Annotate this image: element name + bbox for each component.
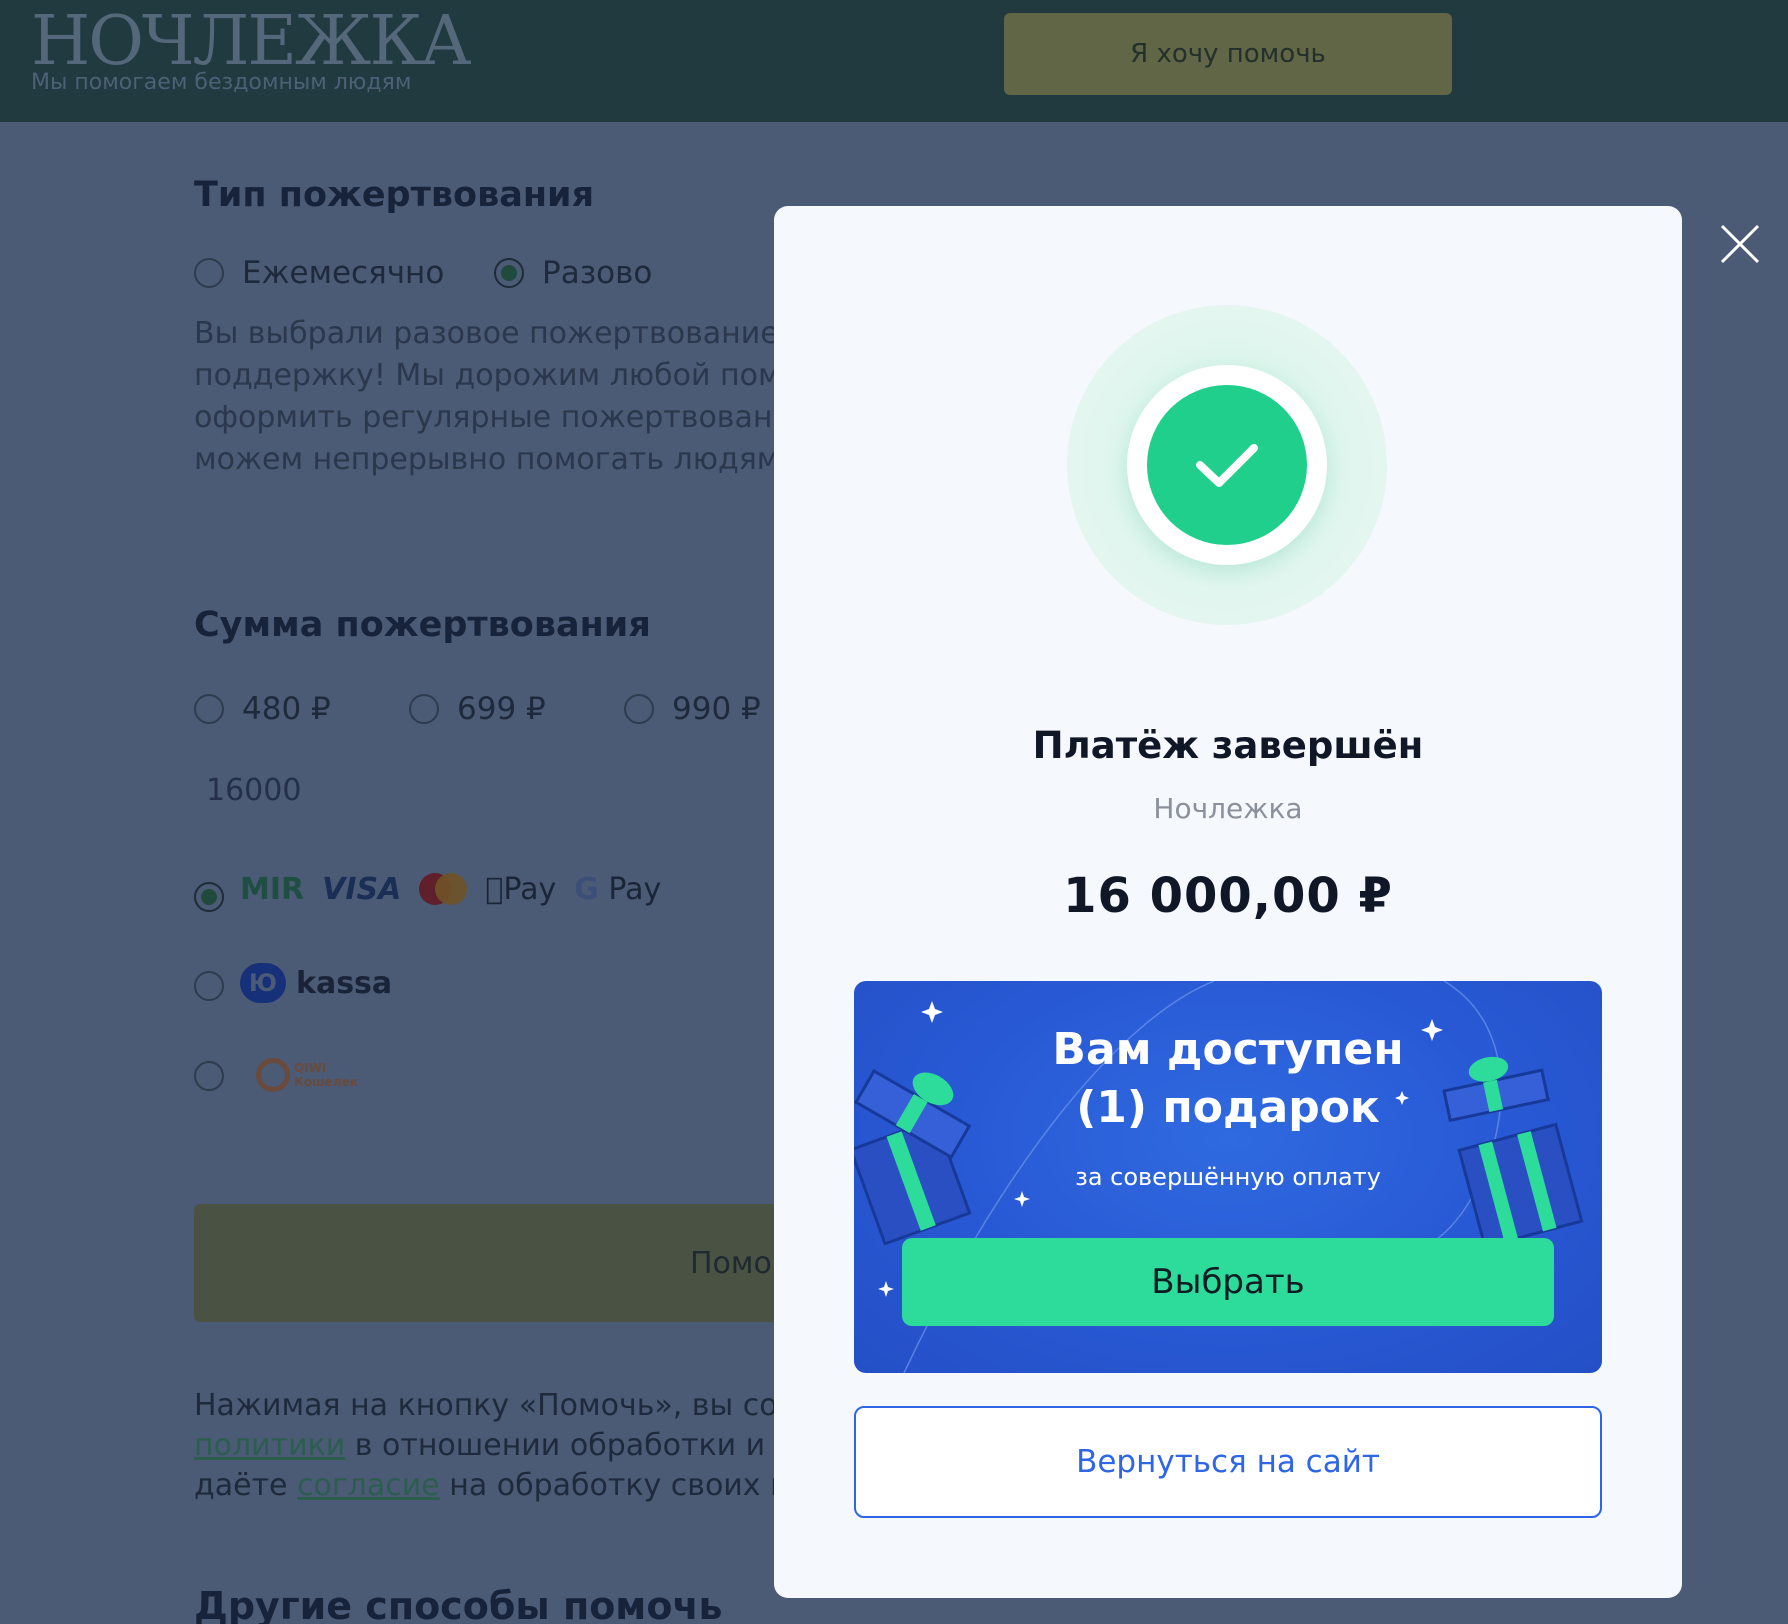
qiwi-icon: [256, 1058, 290, 1092]
description-line: Вы выбрали разовое пожертвование: [194, 316, 779, 351]
amount-label: 480 ₽: [242, 691, 331, 727]
consent-text: Нажимая на кнопку «Помочь», вы сог полит…: [194, 1386, 794, 1506]
amount-option-990[interactable]: 990 ₽: [624, 691, 761, 727]
other-ways-title: Другие способы помочь: [194, 1584, 723, 1624]
donation-type-title: Тип пожертвования: [194, 175, 595, 215]
donation-amount-title: Сумма пожертвования: [194, 605, 651, 645]
kassa-label: kassa: [296, 965, 393, 1001]
radio-once-label: Разово: [542, 255, 653, 291]
qiwi-logo[interactable]: QIWI Кошелек: [256, 1058, 358, 1092]
payment-amount: 16 000,00 ₽: [1063, 868, 1393, 924]
kassa-mark-icon: Ю: [240, 963, 286, 1003]
kassa-logo[interactable]: Ю kassa: [240, 963, 392, 1003]
payment-success-modal: Платёж завершён Ночлежка 16 000,00 ₽ Вам…: [774, 206, 1682, 1598]
gift-title: Вам доступен (1) подарок: [854, 1021, 1602, 1137]
consent-line-text: даёте: [194, 1468, 298, 1503]
consent-line-text: в отношении обработки и: [345, 1428, 766, 1463]
consent-line: даёте согласие на обработку своих п: [194, 1466, 794, 1506]
qiwi-label: QIWI Кошелек: [294, 1061, 358, 1089]
card-payment-logos[interactable]: MIR VISA Pay G Pay: [240, 872, 661, 907]
payment-status-title: Платёж завершён: [1032, 724, 1424, 767]
mir-logo: MIR: [240, 872, 305, 907]
gift-title-line: (1) подарок: [1076, 1082, 1380, 1133]
payment-qiwi-radio[interactable]: [194, 1061, 224, 1091]
donation-type-description: Вы выбрали разовое пожертвование поддерж…: [194, 313, 794, 481]
google-pay-logo: G Pay: [574, 872, 661, 907]
radio-monthly[interactable]: Ежемесячно: [194, 255, 444, 291]
mastercard-logo: [419, 872, 468, 907]
consent-line: политики в отношении обработки и: [194, 1426, 794, 1466]
check-icon: [1196, 444, 1258, 487]
amount-label: 699 ₽: [457, 691, 546, 727]
consent-line: Нажимая на кнопку «Помочь», вы сог: [194, 1388, 794, 1423]
amount-radio[interactable]: [194, 694, 224, 724]
radio-once[interactable]: Разово: [494, 255, 652, 291]
choose-gift-button[interactable]: Выбрать: [902, 1238, 1554, 1326]
qiwi-brand: QIWI: [294, 1061, 327, 1075]
site-tagline: Мы помогаем бездомным людям: [31, 70, 412, 95]
amount-option-699[interactable]: 699 ₽: [409, 691, 546, 727]
gift-title-line: Вам доступен: [1052, 1024, 1404, 1075]
return-to-site-button[interactable]: Вернуться на сайт: [854, 1406, 1602, 1518]
radio-monthly-label: Ежемесячно: [242, 255, 445, 291]
want-to-help-button[interactable]: Я хочу помочь: [1004, 13, 1452, 95]
visa-logo: VISA: [322, 872, 402, 907]
description-line: поддержку! Мы дорожим любой помо: [194, 358, 794, 393]
payment-card-radio[interactable]: [194, 882, 224, 912]
amount-radio[interactable]: [409, 694, 439, 724]
payment-kassa-radio[interactable]: [194, 971, 224, 1001]
radio-once-circle[interactable]: [494, 258, 524, 288]
description-line: оформить регулярные пожертвовани: [194, 400, 792, 435]
consent-line-text: на обработку своих п: [439, 1468, 790, 1503]
merchant-name: Ночлежка: [1153, 792, 1303, 825]
site-header: НОЧЛЕЖКА Мы помогаем бездомным людям Я х…: [0, 0, 1788, 122]
consent-link[interactable]: согласие: [297, 1468, 440, 1503]
apple-pay-logo: Pay: [485, 872, 556, 907]
success-check-circle: [1147, 385, 1307, 545]
google-g-icon: G: [556, 872, 599, 907]
close-icon[interactable]: [1718, 222, 1762, 266]
privacy-policy-link[interactable]: политики: [194, 1428, 345, 1463]
google-pay-label: Pay: [590, 872, 661, 907]
description-line: можем непрерывно помогать людям: [194, 442, 780, 477]
radio-monthly-circle[interactable]: [194, 258, 224, 288]
apple-icon: : [485, 872, 503, 907]
apple-pay-label: Pay: [485, 872, 556, 907]
custom-amount-input[interactable]: 16000: [206, 773, 301, 808]
amount-label: 990 ₽: [672, 691, 761, 727]
gift-banner: Вам доступен (1) подарок за совершённую …: [854, 981, 1602, 1373]
amount-option-480[interactable]: 480 ₽: [194, 691, 331, 727]
amount-radio[interactable]: [624, 694, 654, 724]
qiwi-wallet: Кошелек: [294, 1075, 359, 1089]
gift-subtitle: за совершённую оплату: [1075, 1163, 1381, 1191]
